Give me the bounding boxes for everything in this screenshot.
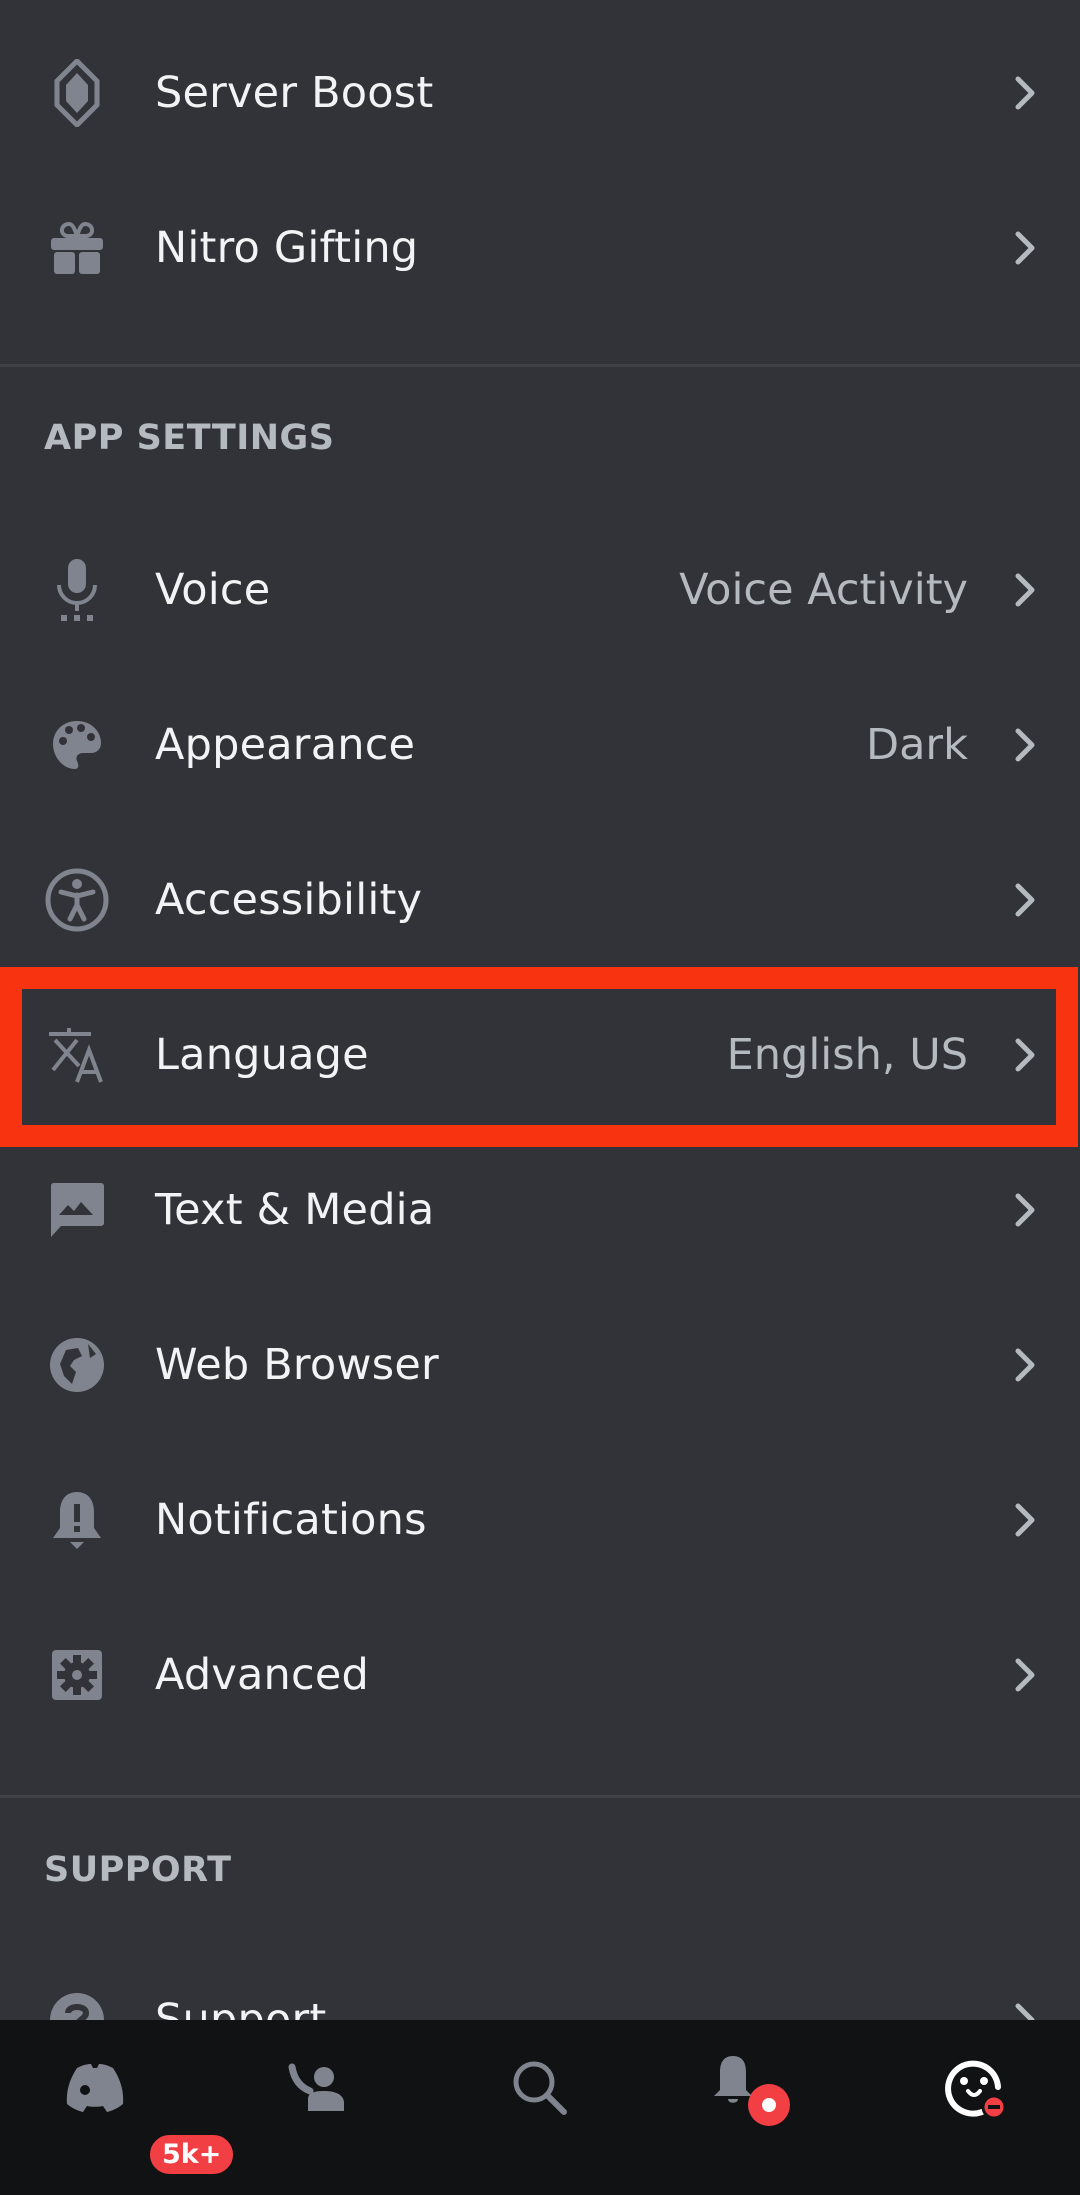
chevron-right-icon xyxy=(1010,1655,1040,1695)
microphone-icon xyxy=(44,557,110,623)
language-icon xyxy=(44,1022,110,1088)
nav-notifications[interactable] xyxy=(705,2050,805,2130)
settings-item-label: Nitro Gifting xyxy=(155,222,419,273)
nav-home[interactable]: 5k+ xyxy=(45,2050,239,2179)
settings-item-support[interactable]: Support xyxy=(0,1942,1080,2020)
settings-item-label: Server Boost xyxy=(155,67,434,118)
gift-icon xyxy=(44,215,110,281)
settings-item-label: Web Browser xyxy=(155,1339,439,1390)
settings-item-text-media[interactable]: Text & Media xyxy=(0,1132,1080,1287)
chevron-right-icon xyxy=(1010,1500,1040,1540)
help-icon xyxy=(44,1987,110,2020)
accessibility-icon xyxy=(44,867,110,933)
chevron-right-icon xyxy=(1010,2000,1040,2020)
settings-item-label: Appearance xyxy=(155,719,416,770)
section-header-app-settings: APP SETTINGS xyxy=(44,418,335,458)
section-divider xyxy=(0,364,1080,367)
settings-item-label: Accessibility xyxy=(155,874,423,925)
nav-profile[interactable] xyxy=(925,2050,1025,2130)
settings-item-value: Dark xyxy=(865,719,968,770)
bell-alert-icon xyxy=(44,1487,110,1553)
server-boost-icon xyxy=(44,58,110,127)
bottom-navbar: 5k+ xyxy=(0,2020,1080,2195)
settings-screen: Server Boost Nitro Gifting APP SETTINGS … xyxy=(0,0,1080,2195)
settings-item-accessibility[interactable]: Accessibility xyxy=(0,822,1080,977)
gear-icon xyxy=(44,1642,110,1708)
chevron-right-icon xyxy=(1010,1190,1040,1230)
palette-icon xyxy=(44,712,110,778)
avatar-icon xyxy=(940,2055,1010,2125)
section-divider xyxy=(0,1795,1080,1798)
settings-item-voice[interactable]: Voice Voice Activity xyxy=(0,512,1080,667)
settings-item-label: Voice xyxy=(155,564,271,615)
settings-item-notifications[interactable]: Notifications xyxy=(0,1442,1080,1597)
settings-item-label: Support xyxy=(155,1994,327,2021)
settings-item-label: Language xyxy=(155,1029,369,1080)
nav-friends[interactable] xyxy=(268,2050,368,2130)
unread-badge: 5k+ xyxy=(145,2130,239,2179)
discord-home-icon xyxy=(63,2062,127,2118)
globe-icon xyxy=(44,1332,110,1398)
settings-item-nitro-gifting[interactable]: Nitro Gifting xyxy=(0,170,1080,325)
nav-search[interactable] xyxy=(490,2050,590,2130)
chevron-right-icon xyxy=(1010,570,1040,610)
friends-wave-icon xyxy=(288,2063,348,2117)
chevron-right-icon xyxy=(1010,1345,1040,1385)
image-message-icon xyxy=(44,1177,110,1243)
settings-item-value: Voice Activity xyxy=(679,564,968,615)
settings-item-label: Text & Media xyxy=(155,1184,435,1235)
search-icon xyxy=(512,2060,568,2120)
settings-item-label: Notifications xyxy=(155,1494,427,1545)
bell-icon xyxy=(710,2050,800,2130)
section-header-support: SUPPORT xyxy=(44,1850,232,1890)
settings-item-web-browser[interactable]: Web Browser xyxy=(0,1287,1080,1442)
settings-list[interactable]: Server Boost Nitro Gifting APP SETTINGS … xyxy=(0,0,1080,2020)
settings-item-server-boost[interactable]: Server Boost xyxy=(0,15,1080,170)
chevron-right-icon xyxy=(1010,73,1040,113)
settings-item-appearance[interactable]: Appearance Dark xyxy=(0,667,1080,822)
settings-item-advanced[interactable]: Advanced xyxy=(0,1597,1080,1752)
settings-item-label: Advanced xyxy=(155,1649,369,1700)
settings-item-language[interactable]: Language English, US xyxy=(0,977,1080,1132)
chevron-right-icon xyxy=(1010,228,1040,268)
chevron-right-icon xyxy=(1010,880,1040,920)
chevron-right-icon xyxy=(1010,725,1040,765)
settings-item-value: English, US xyxy=(726,1029,968,1080)
chevron-right-icon xyxy=(1010,1035,1040,1075)
